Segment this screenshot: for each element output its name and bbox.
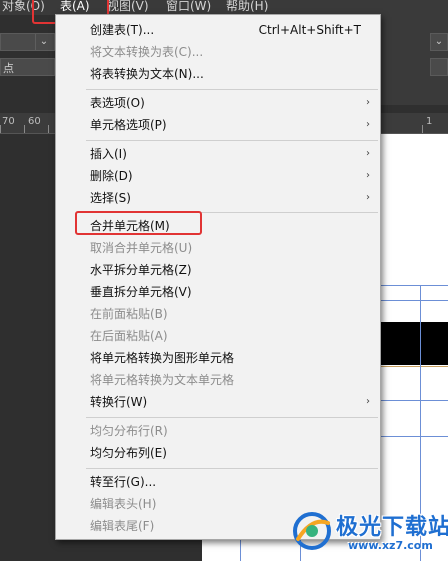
watermark-title: 极光下载站 <box>336 515 448 540</box>
menu-item-shortcut: Ctrl+Alt+Shift+T <box>258 23 361 37</box>
chevron-right-icon: › <box>366 170 370 181</box>
menu-item-split-horizontally[interactable]: 水平拆分单元格(Z) <box>56 259 380 281</box>
merge-cells-highlight <box>75 211 202 235</box>
menu-item-label: 单元格选项(P) <box>90 118 167 132</box>
menu-item-label: 编辑表尾(F) <box>90 519 155 533</box>
menu-item-convert-text-to-table: 将文本转换为表(C)... <box>56 41 380 63</box>
menu-item-label: 垂直拆分单元格(V) <box>90 285 192 299</box>
menu-item-convert-to-graphic-cell[interactable]: 将单元格转换为图形单元格 <box>56 347 380 369</box>
horizontal-ruler-right: 1 <box>380 113 448 134</box>
menu-item-paste-before: 在前面粘贴(B) <box>56 303 380 325</box>
menu-item-label: 选择(S) <box>90 191 131 205</box>
menu-separator <box>86 89 378 90</box>
ruler-tick <box>0 125 1 133</box>
menu-item-distribute-columns[interactable]: 均匀分布列(E) <box>56 442 380 464</box>
menu-item-label: 表选项(O) <box>90 96 145 110</box>
menu-item-convert-to-text-cell: 将单元格转换为文本单元格 <box>56 369 380 391</box>
chevron-right-icon: › <box>366 119 370 130</box>
menubar: 对象(O) 表(A) 视图(V) 窗口(W) 帮助(H) <box>0 0 448 24</box>
menu-item-label: 在前面粘贴(B) <box>90 307 168 321</box>
menu-separator <box>86 468 378 469</box>
menu-item-create-table[interactable]: 创建表(T)... Ctrl+Alt+Shift+T <box>56 19 380 41</box>
watermark: 极光下载站 www.xz7.com <box>290 505 448 561</box>
menu-item-split-vertically[interactable]: 垂直拆分单元格(V) <box>56 281 380 303</box>
menu-item-distribute-rows: 均匀分布行(R) <box>56 420 380 442</box>
table-menu-dropdown: 创建表(T)... Ctrl+Alt+Shift+T 将文本转换为表(C)...… <box>55 14 381 540</box>
menu-window[interactable]: 窗口(W) <box>166 0 211 15</box>
ruler-tick-label: 70 <box>2 116 15 127</box>
menu-item-label: 均匀分布行(R) <box>90 424 168 438</box>
menu-item-label: 水平拆分单元格(Z) <box>90 263 192 277</box>
menu-item-label: 将单元格转换为文本单元格 <box>90 373 235 387</box>
menu-item-select[interactable]: 选择(S) › <box>56 187 380 209</box>
chevron-right-icon: › <box>366 192 370 203</box>
menu-item-label: 将表转换为文本(N)... <box>90 67 204 81</box>
menu-item-delete[interactable]: 删除(D) › <box>56 165 380 187</box>
menu-item-label: 取消合并单元格(U) <box>90 241 193 255</box>
ruler-tick <box>48 125 49 133</box>
menu-item-label: 将文本转换为表(C)... <box>90 45 204 59</box>
chevron-right-icon: › <box>366 97 370 108</box>
menu-item-unmerge-cells: 取消合并单元格(U) <box>56 237 380 259</box>
watermark-url: www.xz7.com <box>348 539 433 552</box>
menu-item-label: 在后面粘贴(A) <box>90 329 168 343</box>
menu-item-label: 转换行(W) <box>90 395 148 409</box>
menu-help[interactable]: 帮助(H) <box>226 0 268 15</box>
watermark-logo-icon <box>293 512 331 550</box>
chevron-right-icon: › <box>366 396 370 407</box>
chevron-down-icon: ⌄ <box>434 36 444 47</box>
control-field-2[interactable]: 点 <box>0 58 55 76</box>
menu-item-paste-after: 在后面粘贴(A) <box>56 325 380 347</box>
menu-separator <box>86 140 378 141</box>
menu-item-table-options[interactable]: 表选项(O) › <box>56 92 380 114</box>
menu-separator <box>86 417 378 418</box>
menu-item-label: 插入(I) <box>90 147 127 161</box>
control-field-2-text: 点 <box>3 62 14 75</box>
menu-item-convert-rows[interactable]: 转换行(W) › <box>56 391 380 413</box>
menu-item-label: 创建表(T)... <box>90 23 155 37</box>
menu-item-label: 将单元格转换为图形单元格 <box>90 351 235 365</box>
chevron-right-icon: › <box>366 148 370 159</box>
right-control-button-2[interactable] <box>430 58 448 76</box>
menu-item-label: 编辑表头(H) <box>90 497 157 511</box>
ruler-tick-label: 60 <box>28 116 41 127</box>
ruler-tick <box>24 125 25 133</box>
right-control-button-1[interactable]: ⌄ <box>430 33 448 51</box>
menu-item-label: 删除(D) <box>90 169 133 183</box>
ruler-tick <box>422 125 423 133</box>
menu-item-label: 转至行(G)... <box>90 475 157 489</box>
ruler-tick-label: 1 <box>426 116 433 127</box>
menu-item-go-to-row[interactable]: 转至行(G)... <box>56 471 380 493</box>
menu-item-cell-options[interactable]: 单元格选项(P) › <box>56 114 380 136</box>
menu-item-convert-table-to-text[interactable]: 将表转换为文本(N)... <box>56 63 380 85</box>
chevron-down-icon[interactable]: ⌄ <box>35 34 52 50</box>
menu-view[interactable]: 视图(V) <box>107 0 149 15</box>
control-field-1[interactable]: ⌄ <box>0 33 55 51</box>
menu-item-insert[interactable]: 插入(I) › <box>56 143 380 165</box>
menu-item-label: 均匀分布列(E) <box>90 446 167 460</box>
